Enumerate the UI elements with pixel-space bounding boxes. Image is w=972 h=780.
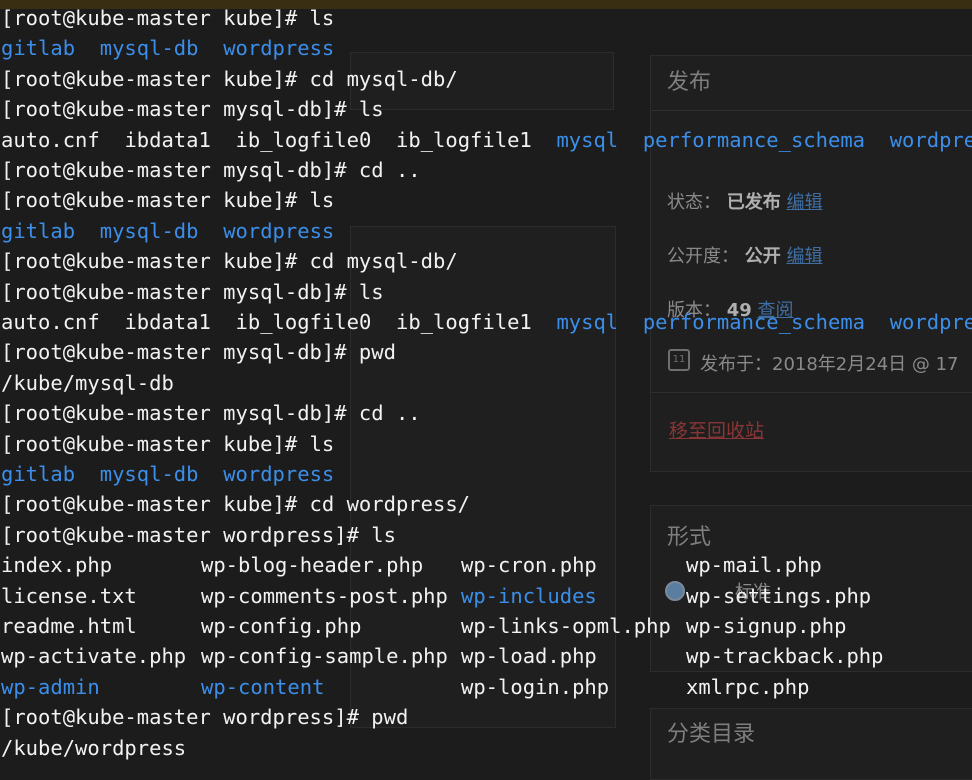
ls-file-entry: ibdata1	[124, 127, 211, 152]
command-line: [root@kube-master kube]# ls	[1, 188, 335, 213]
ls-file-entry: ib_logfile0	[235, 127, 372, 152]
ls-output-line: auto.cnf ibdata1 ib_logfile0 ib_logfile1…	[1, 125, 972, 155]
ls-output-line: gitlab mysql-db wordpress	[1, 216, 334, 246]
ls-directory-entry: performance_schema	[642, 127, 866, 152]
ls-directory-entry: wordpress	[889, 310, 972, 334]
ls-file-entry: auto.cnf	[1, 310, 100, 334]
ls-directory-entry: performance_schema	[642, 310, 866, 334]
ls-directory-entry: wp-content	[201, 674, 325, 699]
ls-directory-entry: wordpress	[223, 462, 335, 486]
ls-file-entry: ib_logfile0	[235, 310, 372, 334]
command-line: [root@kube-master kube]# cd mysql-db/	[1, 249, 458, 274]
command-line: [root@kube-master mysql-db]# ls	[1, 279, 384, 304]
command-line: [root@kube-master kube]# cd mysql-db/	[1, 66, 458, 91]
ls-file-entry: wp-blog-header.php	[201, 553, 424, 578]
ls-file-entry: auto.cnf	[1, 127, 100, 152]
command-line: [root@kube-master mysql-db]# ls	[1, 97, 384, 122]
command-output: /kube/wordpress	[1, 735, 187, 760]
ls-directory-entry: wordpress	[223, 218, 335, 243]
ls-directory-entry: mysql	[556, 310, 619, 334]
ls-directory-entry: mysql-db	[99, 36, 199, 61]
ls-directory-entry: gitlab	[1, 36, 76, 61]
ls-file-entry: wp-config-sample.php	[201, 644, 448, 669]
ls-file-entry: wp-load.php	[461, 644, 597, 669]
command-line: [root@kube-master kube]# ls	[1, 6, 335, 30]
ls-file-entry: index.php	[1, 553, 113, 578]
ls-file-entry: wp-cron.php	[461, 553, 597, 578]
ls-file-entry: wp-config.php	[201, 614, 362, 638]
command-line: [root@kube-master kube]# cd wordpress/	[1, 492, 470, 517]
ls-directory-entry: wordpress	[223, 36, 335, 61]
ls-directory-entry: gitlab	[1, 218, 76, 243]
command-line: [root@kube-master kube]# ls	[1, 431, 335, 456]
ls-output-line: gitlab mysql-db wordpress	[1, 33, 334, 63]
command-line: [root@kube-master mysql-db]# cd ..	[1, 401, 421, 426]
ls-directory-entry: wp-admin	[1, 674, 100, 699]
ls-directory-entry: wordpress	[889, 127, 972, 152]
command-line: [root@kube-master wordpress]# pwd	[1, 705, 409, 730]
ls-directory-entry: mysql	[556, 127, 619, 152]
ls-file-entry: wp-trackback.php	[686, 644, 884, 669]
ls-file-entry: ibdata1	[124, 310, 211, 334]
ls-file-entry: wp-settings.php	[686, 583, 872, 608]
command-line: [root@kube-master mysql-db]# pwd	[1, 340, 396, 365]
ls-directory-entry: gitlab	[1, 462, 76, 486]
ls-file-entry: wp-links-opml.php	[461, 614, 671, 638]
ls-file-entry: readme.html	[1, 614, 137, 638]
ls-file-entry: wp-comments-post.php	[201, 583, 448, 608]
command-line: [root@kube-master mysql-db]# cd ..	[1, 158, 421, 182]
ls-file-entry: wp-signup.php	[686, 614, 847, 638]
ls-file-entry: wp-activate.php	[1, 644, 187, 669]
ls-output-line: auto.cnf ibdata1 ib_logfile0 ib_logfile1…	[1, 307, 972, 337]
ls-output-line: gitlab mysql-db wordpress	[1, 459, 334, 489]
ls-directory-entry: wp-includes	[461, 583, 597, 608]
command-output: /kube/mysql-db	[1, 370, 174, 395]
ls-file-entry: wp-mail.php	[686, 553, 822, 578]
ls-file-entry: xmlrpc.php	[686, 674, 810, 699]
ls-directory-entry: mysql-db	[99, 218, 199, 243]
ls-file-entry: license.txt	[1, 583, 137, 608]
ls-file-entry: ib_logfile1	[395, 310, 532, 334]
ls-file-entry: ib_logfile1	[395, 127, 532, 152]
ls-directory-entry: mysql-db	[99, 462, 199, 486]
command-line: [root@kube-master wordpress]# ls	[1, 522, 396, 547]
terminal-output[interactable]: [root@kube-master kube]# ls gitlab mysql-…	[0, 0, 972, 768]
ls-file-entry: wp-login.php	[461, 674, 610, 699]
